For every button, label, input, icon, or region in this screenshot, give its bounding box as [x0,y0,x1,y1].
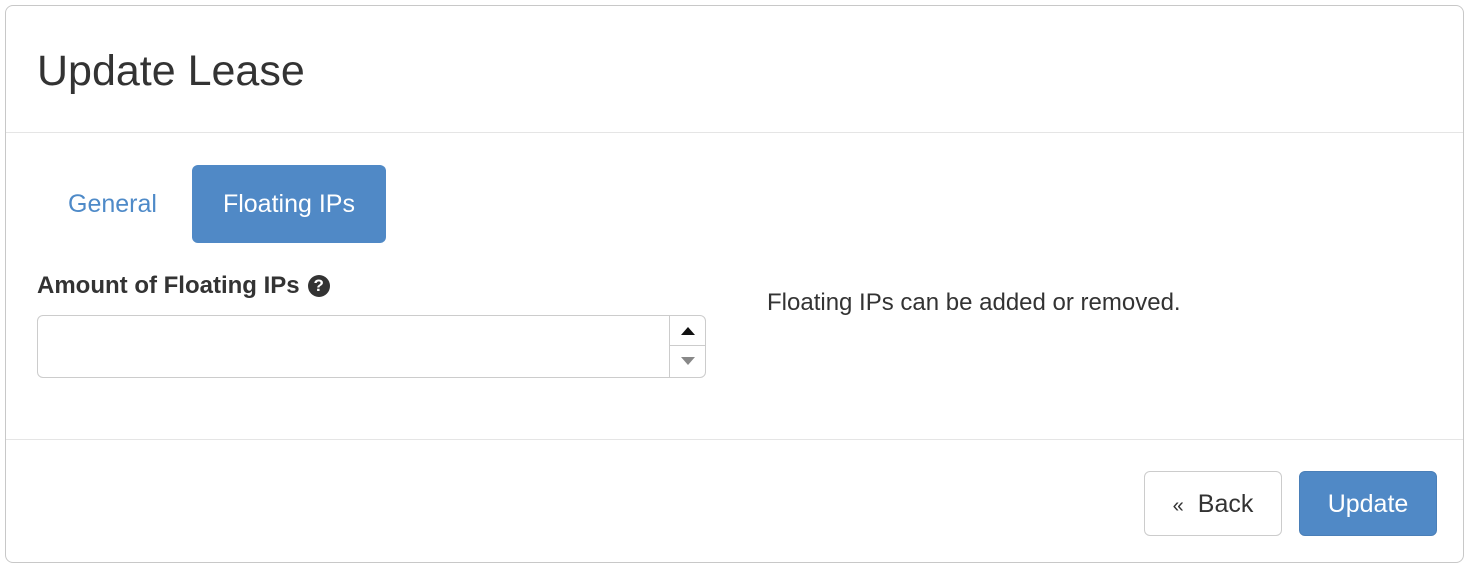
modal-footer: « Back Update [6,440,1463,562]
amount-label-text: Amount of Floating IPs [37,272,300,299]
tab-floating-ips[interactable]: Floating IPs [191,165,386,243]
modal-title: Update Lease [37,47,305,95]
back-button-label: Back [1197,490,1254,518]
back-button[interactable]: « Back [1144,471,1282,536]
increment-button[interactable] [670,316,705,346]
amount-of-floating-ips-field [37,315,706,378]
update-lease-modal: Update Lease General Floating IPs Amount… [5,5,1464,563]
amount-of-floating-ips-input[interactable] [38,316,670,377]
amount-of-floating-ips-label: Amount of Floating IPs ? [37,271,330,301]
number-spinner [669,316,705,377]
caret-down-icon [680,357,695,365]
tab-general[interactable]: General [37,165,188,243]
update-button[interactable]: Update [1299,471,1437,536]
tab-bar: General Floating IPs [37,165,386,243]
floating-ips-description: Floating IPs can be added or removed. [767,289,1181,316]
modal-header: Update Lease [6,6,1463,133]
modal-body: General Floating IPs Amount of Floating … [6,133,1463,440]
decrement-button[interactable] [670,346,705,376]
double-left-arrow-icon: « [1172,495,1184,517]
question-circle-icon[interactable]: ? [307,275,330,297]
caret-up-icon [680,326,695,335]
